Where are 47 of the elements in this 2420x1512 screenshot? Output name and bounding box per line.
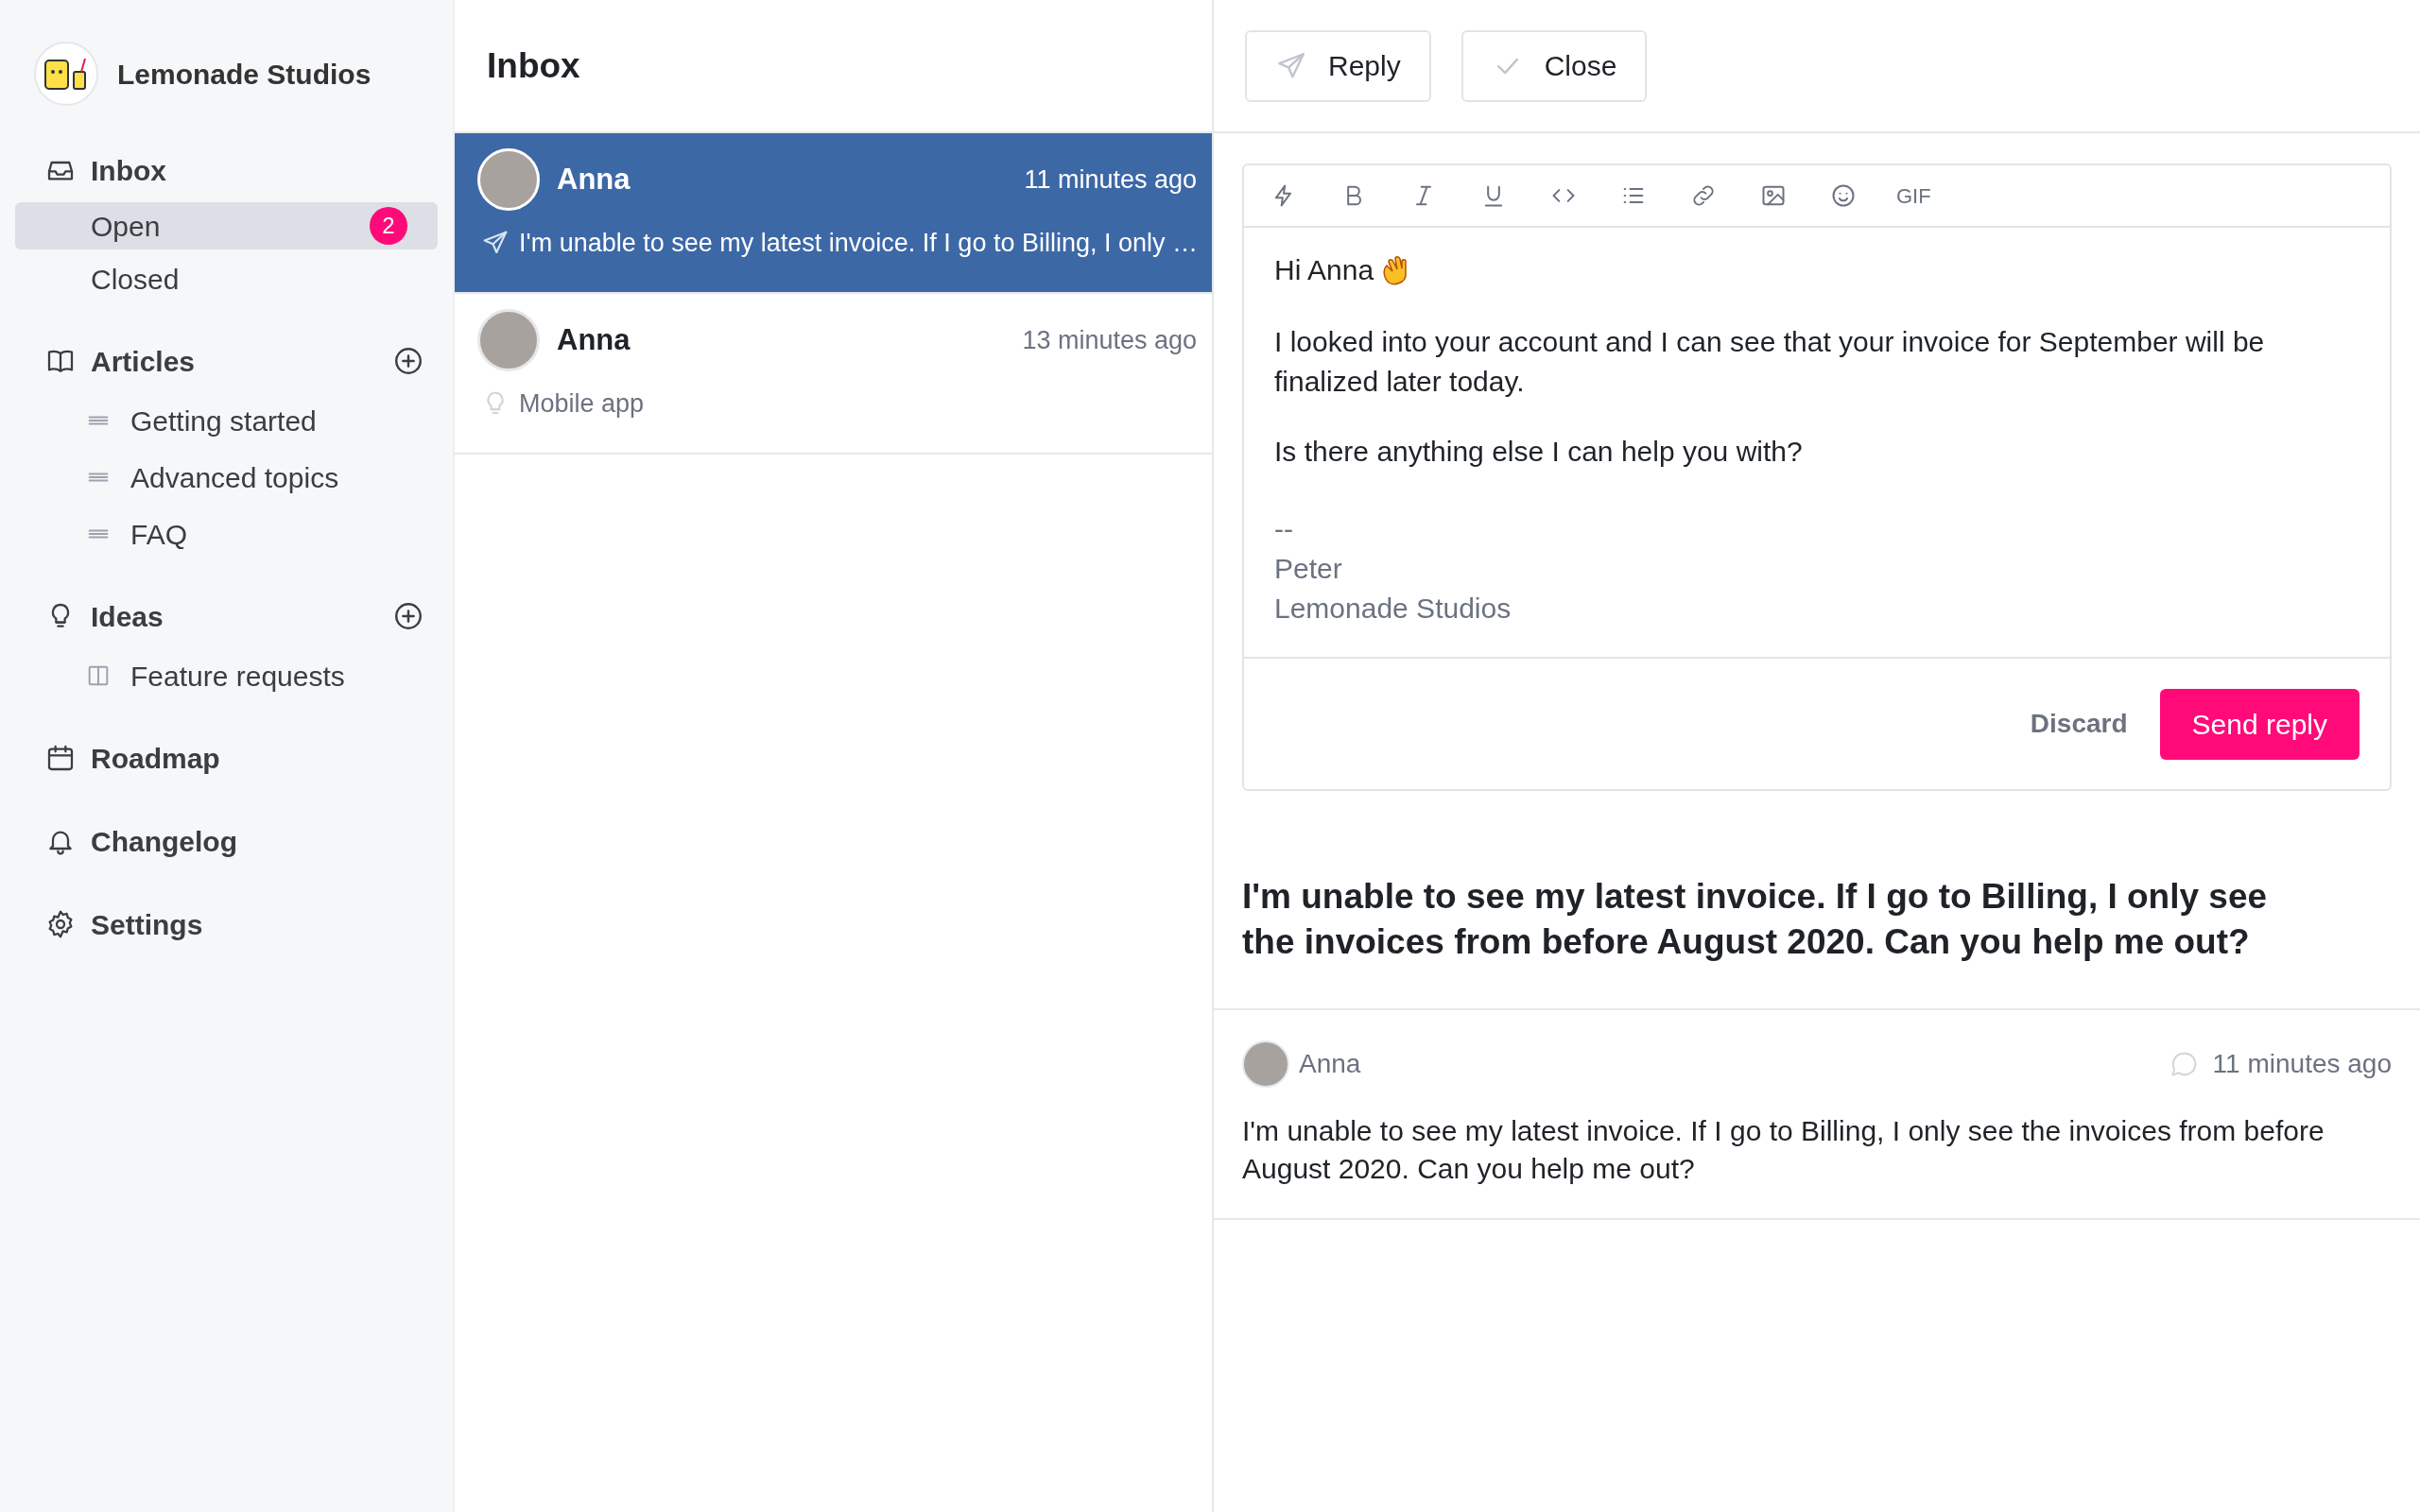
calendar-icon bbox=[45, 743, 76, 773]
nav-item[interactable]: FAQ bbox=[15, 510, 438, 558]
contact-name: Anna bbox=[557, 161, 631, 198]
reply-button[interactable]: Reply bbox=[1245, 29, 1431, 102]
avatar bbox=[1242, 1040, 1289, 1088]
brand-name: Lemonade Studios bbox=[117, 57, 372, 92]
nav-section-link[interactable]: Inbox bbox=[91, 148, 166, 192]
nav-section-link[interactable]: Roadmap bbox=[91, 736, 220, 780]
nav-item[interactable]: Feature requests bbox=[15, 652, 438, 699]
nav-item[interactable]: Closed bbox=[15, 255, 438, 302]
message-preview: I'm unable to see my latest invoice. If I go to Billing, I only … bbox=[519, 228, 1198, 259]
add-button[interactable] bbox=[392, 600, 424, 632]
nav-item[interactable]: Getting started bbox=[15, 397, 438, 444]
smiley-icon bbox=[1830, 182, 1857, 209]
message-body: I'm unable to see my latest invoice. If I go to Billing, I only see the invoices from before August 2020. Can you help me out? bbox=[1242, 1114, 2325, 1186]
discard-button[interactable]: Discard bbox=[2030, 704, 2128, 744]
count-badge: 2 bbox=[370, 207, 407, 245]
comment-icon bbox=[2169, 1050, 2198, 1078]
nav-section-link[interactable]: Changelog bbox=[91, 819, 237, 863]
message-preview: Mobile app bbox=[519, 388, 645, 420]
contact-name: Anna bbox=[557, 321, 631, 358]
conversation-time: 11 minutes ago bbox=[1024, 163, 1197, 196]
add-button[interactable] bbox=[392, 345, 424, 377]
message-time: 11 minutes ago bbox=[2212, 1048, 2392, 1080]
nav-section-link[interactable]: Settings bbox=[91, 902, 203, 946]
inbox-title: Inbox bbox=[487, 44, 580, 87]
nav-item[interactable]: Open 2 bbox=[15, 202, 438, 249]
gif-button[interactable]: GIF bbox=[1893, 180, 1935, 212]
reply-paragraph: Is there anything else I can help you with? bbox=[1274, 435, 1804, 469]
author-name: Anna bbox=[1299, 1048, 1361, 1080]
reply-editor[interactable] bbox=[1242, 163, 2392, 791]
signature-line: -- bbox=[1274, 512, 1294, 546]
nav-section-link[interactable]: Articles bbox=[91, 339, 196, 383]
nav-section-link[interactable]: Ideas bbox=[91, 594, 164, 638]
conversation-time: 13 minutes ago bbox=[1022, 324, 1197, 356]
nav-item[interactable]: Advanced topics bbox=[15, 454, 438, 501]
greeting-text: Hi Anna bbox=[1274, 253, 1374, 287]
conversation-subject: I'm unable to see my latest invoice. If I go to Billing, I only see the invoices from before August 2020. Can you help me out? bbox=[1242, 876, 2269, 963]
link-icon bbox=[1690, 182, 1717, 209]
send-reply-button[interactable]: Send reply bbox=[2159, 688, 2360, 760]
add-icon bbox=[392, 345, 424, 377]
add-icon bbox=[392, 600, 424, 632]
signature-line: Peter bbox=[1274, 552, 1343, 586]
close-button[interactable]: Close bbox=[1461, 29, 1648, 102]
conversation-item[interactable]: Anna 11 minutes ago I'm unable to see my latest invoice. If I go to Billing, I only … bbox=[455, 133, 1212, 294]
signature-line: Lemonade Studios bbox=[1274, 592, 1512, 626]
reply-paragraph: I looked into your account and I can see that your invoice for September will be finalized later today. bbox=[1274, 325, 2266, 399]
